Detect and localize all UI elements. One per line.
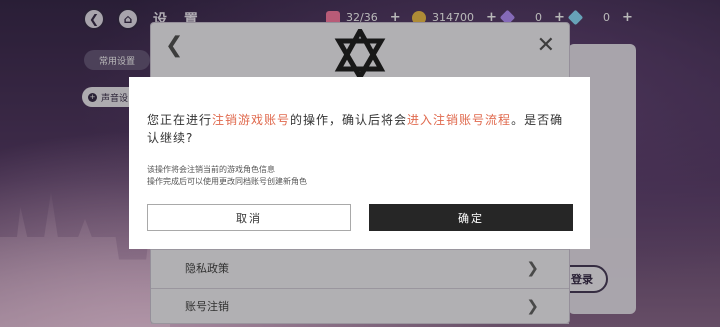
modal-note: 该操作将会注销当前的游戏角色信息 操作完成后可以使用更改同档账号创建新角色 bbox=[147, 164, 307, 188]
confirm-button[interactable]: 确定 bbox=[369, 204, 573, 231]
message-highlight-process: 进入注销账号流程 bbox=[407, 113, 512, 127]
note-line-2: 操作完成后可以使用更改同档账号创建新角色 bbox=[147, 177, 307, 186]
message-highlight-delete: 注销游戏账号 bbox=[212, 113, 291, 127]
message-prefix: 您正在进行 bbox=[147, 113, 213, 127]
note-line-1: 该操作将会注销当前的游戏角色信息 bbox=[147, 165, 275, 174]
confirm-delete-modal: 您正在进行注销游戏账号的操作，确认后将会进入注销账号流程。是否确认继续? 该操作… bbox=[129, 77, 590, 249]
message-middle: 的操作，确认后将会 bbox=[290, 113, 408, 127]
modal-message: 您正在进行注销游戏账号的操作，确认后将会进入注销账号流程。是否确认继续? bbox=[147, 111, 573, 147]
cancel-button[interactable]: 取消 bbox=[147, 204, 351, 231]
